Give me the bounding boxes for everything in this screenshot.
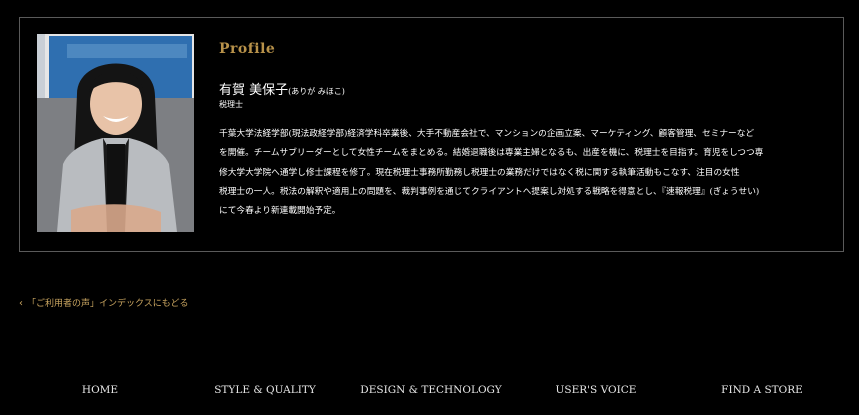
bio-line: 修大学大学院へ通学し修士課程を修了。現在税理士事務所勤務し税理士の業務だけではな… bbox=[219, 167, 740, 178]
profile-photo bbox=[37, 34, 194, 232]
bio-line: にて今春より新連載開始予定。 bbox=[219, 206, 341, 217]
bio-line: 千葉大学法経学部(現法政経学部)経済学科卒業後、大手不動産会社で、マンションの企… bbox=[219, 129, 755, 139]
profile-heading: Profile bbox=[219, 41, 276, 57]
nav-users-voice[interactable]: USER'S VOICE bbox=[540, 381, 652, 399]
back-link-label: 「ご利用者の声」インデックスにもどる bbox=[27, 299, 189, 309]
person-role: 税理士 bbox=[219, 100, 243, 109]
profile-text: Profile 有賀 美保子(ありが みほこ) 税理士 千葉大学法経学部(現法政… bbox=[219, 38, 831, 221]
nav-find-a-store[interactable]: FIND A STORE bbox=[706, 381, 818, 399]
nav-home[interactable]: HOME bbox=[62, 381, 138, 399]
profile-card: Profile 有賀 美保子(ありが みほこ) 税理士 千葉大学法経学部(現法政… bbox=[19, 17, 844, 252]
bio-line: 税理士の一人。税法の解釈や適用上の問題を、裁判事例を通じてクライアントへ提案し対… bbox=[219, 186, 760, 197]
person-name: 有賀 美保子 bbox=[219, 83, 289, 98]
nav-design-technology[interactable]: DESIGN & TECHNOLOGY bbox=[351, 381, 511, 399]
name-reading: (ありが みほこ) bbox=[288, 87, 345, 96]
name-row: 有賀 美保子(ありが みほこ) bbox=[219, 80, 831, 98]
profile-bio: 千葉大学法経学部(現法政経学部)経済学科卒業後、大手不動産会社で、マンションの企… bbox=[219, 125, 831, 221]
nav-style-quality[interactable]: STYLE & QUALITY bbox=[205, 381, 325, 399]
bio-line: を開催。チームサブリーダーとして女性チームをまとめる。結婚退職後は専業主婦となる… bbox=[219, 148, 764, 159]
footer-nav: HOME STYLE & QUALITY DESIGN & TECHNOLOGY… bbox=[0, 381, 859, 399]
chevron-left-icon: ‹ bbox=[19, 298, 23, 309]
back-to-voice-index-link[interactable]: ‹ 「ご利用者の声」インデックスにもどる bbox=[19, 297, 189, 311]
